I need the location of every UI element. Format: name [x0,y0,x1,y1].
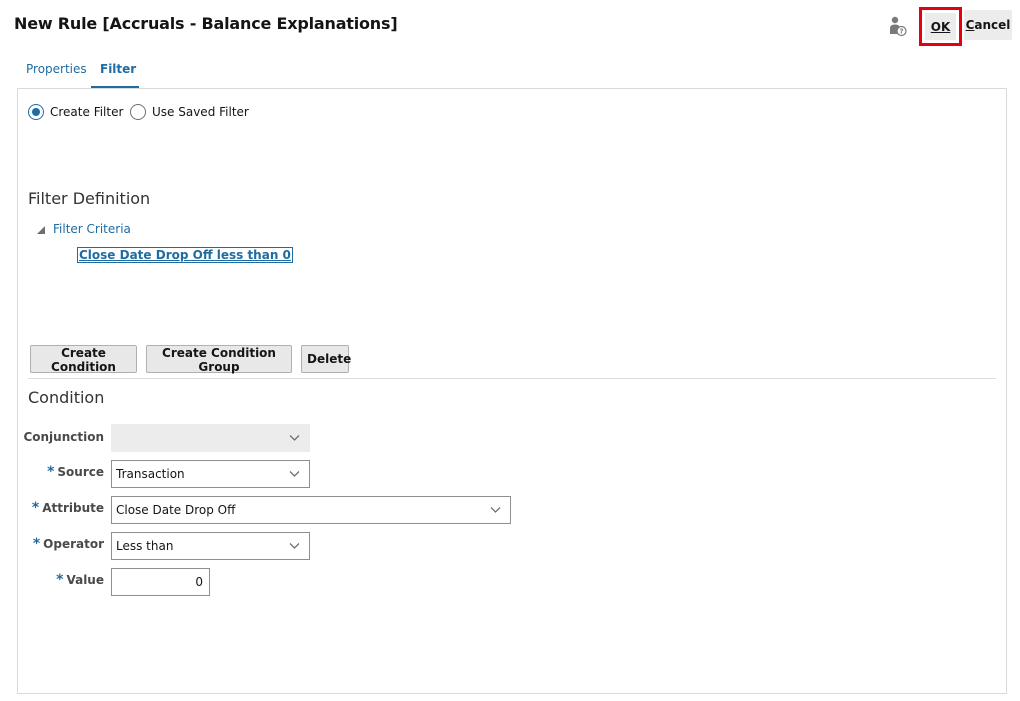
attribute-label: * Attribute [14,500,104,516]
filter-condition-node[interactable]: Close Date Drop Off less than 0 [77,247,293,263]
create-condition-group-button[interactable]: Create Condition Group [146,345,292,374]
attribute-select[interactable]: Close Date Drop Off [111,496,511,524]
cancel-label-rest: ancel [974,18,1011,32]
tab-properties[interactable]: Properties [26,62,87,76]
section-divider [28,378,996,379]
svg-text:?: ? [899,28,903,36]
operator-select[interactable]: Less than [111,532,310,560]
condition-heading: Condition [28,388,105,407]
value-input[interactable] [111,568,210,596]
chevron-down-icon [289,435,300,441]
radio-unselected-icon [130,104,146,120]
radio-create-filter-label: Create Filter [50,105,124,119]
attribute-label-text: Attribute [42,501,104,515]
dialog-title: New Rule [Accruals - Balance Explanation… [14,14,398,33]
source-label: * Source [14,464,104,480]
cancel-button[interactable]: Cancel [964,10,1012,40]
required-asterisk: * [56,572,64,588]
create-condition-button[interactable]: Create Condition [30,345,137,374]
ok-highlight-frame: OK [919,7,962,46]
value-label-text: Value [66,573,104,587]
conjunction-label: Conjunction [14,430,104,444]
chevron-down-icon [289,471,300,477]
source-value: Transaction [116,467,185,481]
delete-button[interactable]: Delete [301,345,351,373]
operator-label-text: Operator [43,537,104,551]
filter-panel [17,88,1007,694]
user-help-icon[interactable]: ? [886,15,908,37]
radio-create-filter[interactable]: Create Filter [28,103,123,121]
chevron-down-icon [289,543,300,549]
required-asterisk: * [31,500,40,516]
radio-use-saved-filter[interactable]: Use Saved Filter [130,103,249,121]
required-asterisk: * [32,536,41,552]
attribute-value: Close Date Drop Off [116,503,236,517]
filter-definition-heading: Filter Definition [28,189,151,208]
required-asterisk: * [47,464,55,480]
chevron-down-icon [490,507,501,513]
tab-filter[interactable]: Filter [100,62,136,76]
collapse-triangle-icon[interactable] [36,225,46,235]
ok-button[interactable]: OK [925,13,956,40]
source-label-text: Source [57,465,104,479]
radio-selected-icon [28,104,44,120]
conjunction-label-text: Conjunction [23,430,104,444]
radio-use-saved-filter-label: Use Saved Filter [152,105,249,119]
value-label: * Value [14,572,104,588]
source-select[interactable]: Transaction [111,460,310,488]
conjunction-select [111,424,310,452]
operator-value: Less than [116,539,174,553]
operator-label: * Operator [14,536,104,552]
filter-criteria-node[interactable]: Filter Criteria [53,222,131,236]
